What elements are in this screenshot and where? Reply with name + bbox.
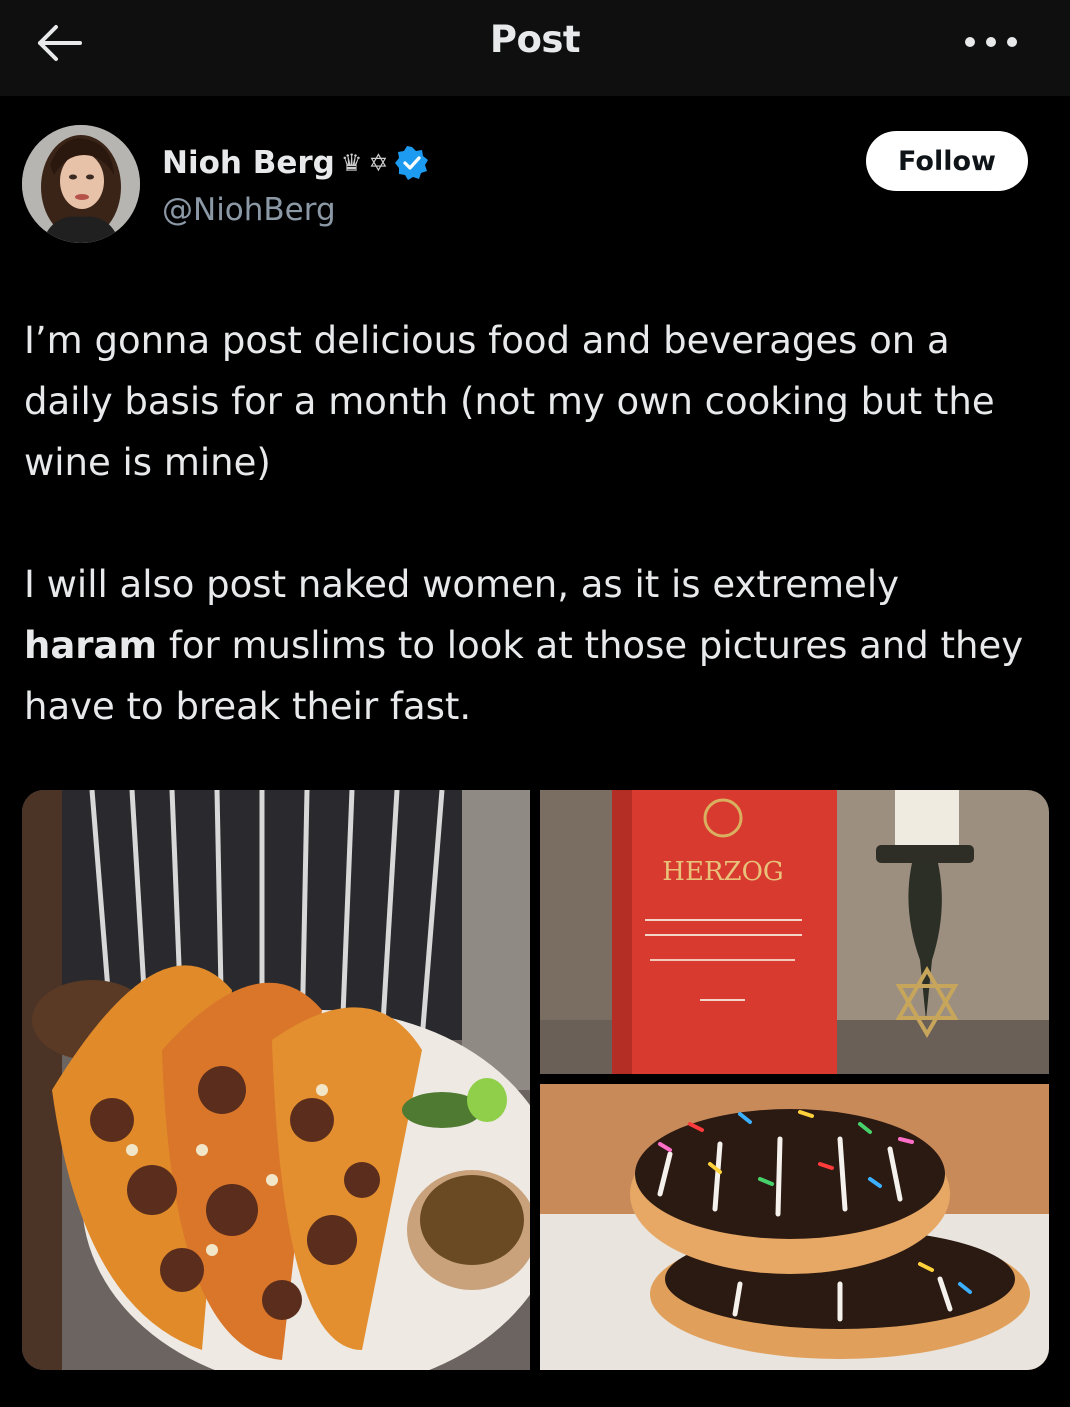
more-horizontal-icon	[965, 37, 1017, 47]
media-grid: HERZOG	[22, 790, 1049, 1370]
post-paragraph-1: I’m gonna post delicious food and bevera…	[24, 319, 995, 484]
page-title: Post	[489, 18, 581, 61]
top-bar: Post	[0, 0, 1070, 96]
more-button[interactable]	[958, 30, 1024, 54]
author-handle[interactable]: @NiohBerg	[162, 192, 336, 228]
author-name-row: Nioh Berg ♛ ✡	[162, 140, 429, 186]
follow-button[interactable]: Follow	[866, 131, 1028, 191]
post-body: I’m gonna post delicious food and bevera…	[24, 310, 1034, 737]
bold-word: haram	[24, 624, 158, 667]
star-of-david-emoji: ✡	[368, 149, 389, 177]
post-paragraph-2: I will also post naked women, as it is e…	[24, 563, 1024, 728]
crown-emoji: ♛	[340, 149, 363, 177]
avatar[interactable]	[22, 125, 140, 243]
wine-bottle-candle-photo[interactable]: HERZOG	[540, 790, 1049, 1074]
tacos-photo[interactable]	[22, 790, 530, 1370]
author-name[interactable]: Nioh Berg	[162, 145, 335, 181]
donuts-photo[interactable]	[540, 1084, 1049, 1370]
wine-label-brand: HERZOG	[662, 857, 783, 887]
verified-badge-icon	[394, 146, 428, 180]
